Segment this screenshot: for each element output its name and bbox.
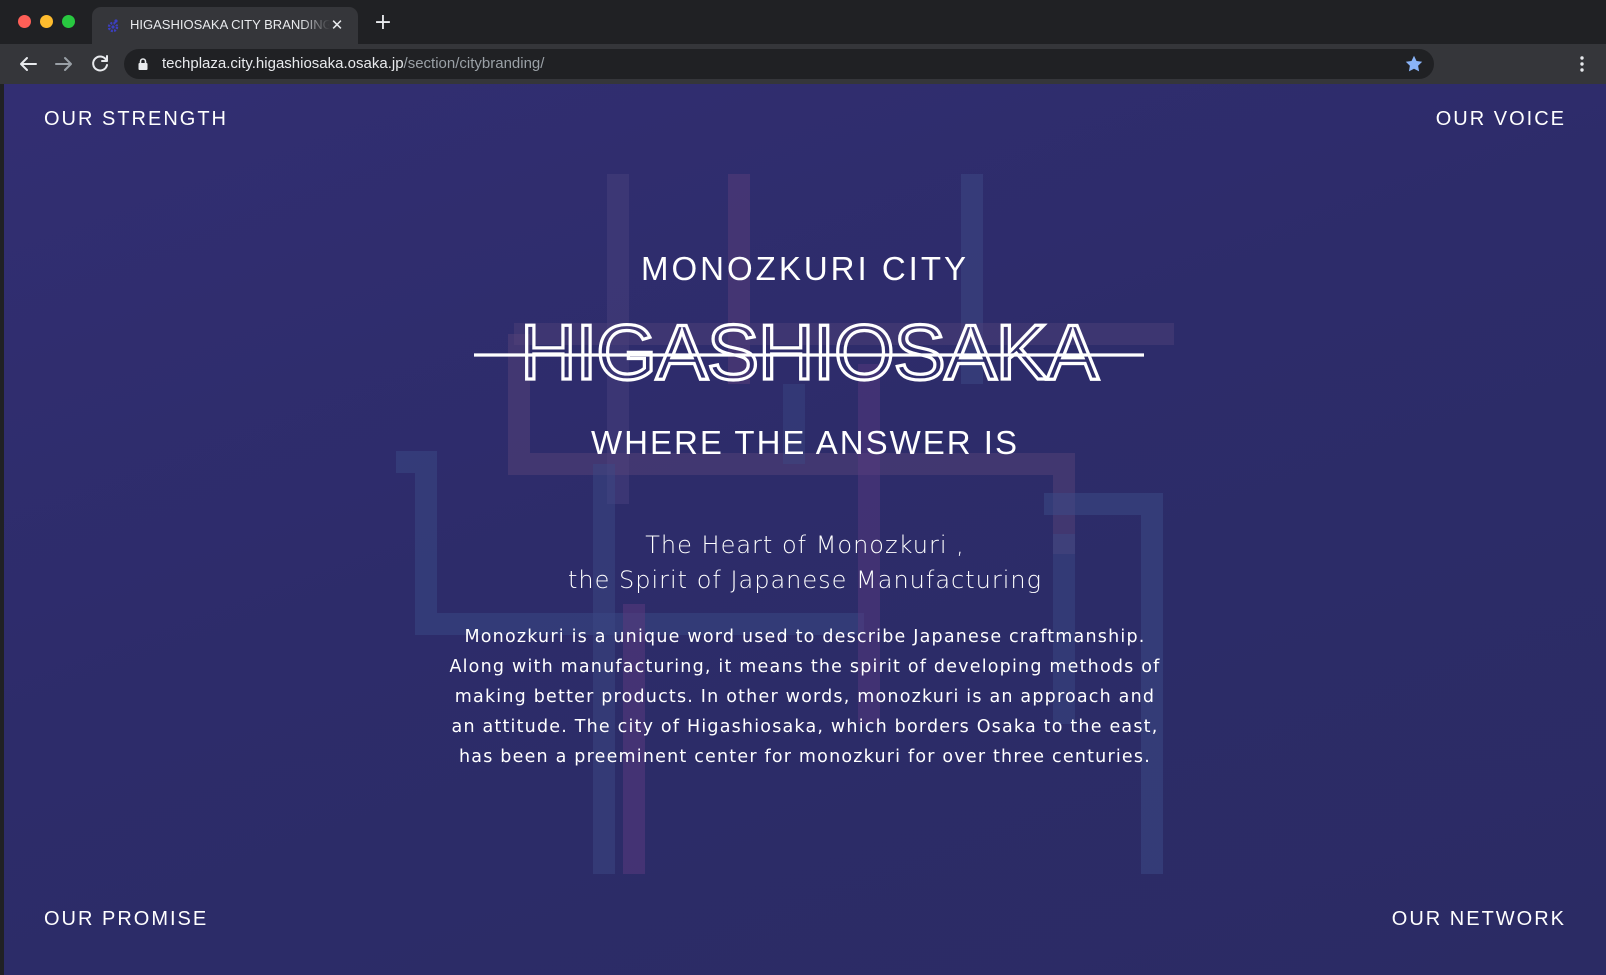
browser-tab[interactable]: HIGASHIOSAKA CITY BRANDING ✕ bbox=[92, 7, 358, 44]
heading-line-2: the Spirit of Japanese Manufacturing bbox=[567, 566, 1043, 594]
lock-icon bbox=[138, 58, 148, 70]
section-heading: The Heart of Monozkuri , the Spirit of J… bbox=[4, 528, 1606, 598]
nav-our-promise[interactable]: OUR PROMISE bbox=[44, 908, 208, 931]
zoom-window-button[interactable] bbox=[62, 15, 75, 28]
reload-icon[interactable] bbox=[88, 52, 112, 76]
minimize-window-button[interactable] bbox=[40, 15, 53, 28]
nav-our-network[interactable]: OUR NETWORK bbox=[1392, 908, 1566, 931]
kicker-text: MONOZKURI CITY bbox=[641, 250, 969, 287]
logo-text: HIGASHIOSAKA bbox=[520, 317, 1098, 389]
tab-strip: HIGASHIOSAKA CITY BRANDING ✕ + bbox=[0, 0, 1606, 44]
nav-our-voice[interactable]: OUR VOICE bbox=[1436, 108, 1566, 131]
forward-arrow-icon[interactable] bbox=[52, 52, 76, 76]
browser-toolbar: techplaza.city.higashiosaka.osaka.jp/sec… bbox=[0, 44, 1606, 84]
tagline: WHERE THE ANSWER IS bbox=[591, 424, 1019, 461]
back-arrow-icon[interactable] bbox=[16, 52, 40, 76]
higashiosaka-logo: HIGASHIOSAKA bbox=[474, 317, 1144, 389]
url-path: /section/citybranding/ bbox=[403, 55, 545, 72]
web-page: OUR STRENGTH OUR VOICE OUR PROMISE OUR N… bbox=[4, 84, 1606, 975]
url-text[interactable]: techplaza.city.higashiosaka.osaka.jp/sec… bbox=[162, 55, 544, 72]
new-tab-button[interactable]: + bbox=[372, 12, 394, 34]
url-host: techplaza.city.higashiosaka.osaka.jp bbox=[162, 55, 404, 72]
bookmark-star-icon[interactable] bbox=[1404, 54, 1424, 74]
browser-window: HIGASHIOSAKA CITY BRANDING ✕ + techplaza… bbox=[0, 0, 1606, 975]
nav-our-strength[interactable]: OUR STRENGTH bbox=[44, 108, 228, 131]
intro-paragraph: Monozkuri is a unique word used to descr… bbox=[449, 627, 1161, 767]
address-bar[interactable]: techplaza.city.higashiosaka.osaka.jp/sec… bbox=[124, 49, 1434, 79]
tab-title: HIGASHIOSAKA CITY BRANDING bbox=[130, 17, 330, 32]
gear-people-icon bbox=[107, 19, 119, 33]
close-window-button[interactable] bbox=[18, 15, 31, 28]
more-menu-icon[interactable] bbox=[1572, 54, 1592, 74]
heading-line-1: The Heart of Monozkuri , bbox=[645, 531, 965, 559]
tab-close-icon[interactable]: ✕ bbox=[328, 16, 346, 34]
